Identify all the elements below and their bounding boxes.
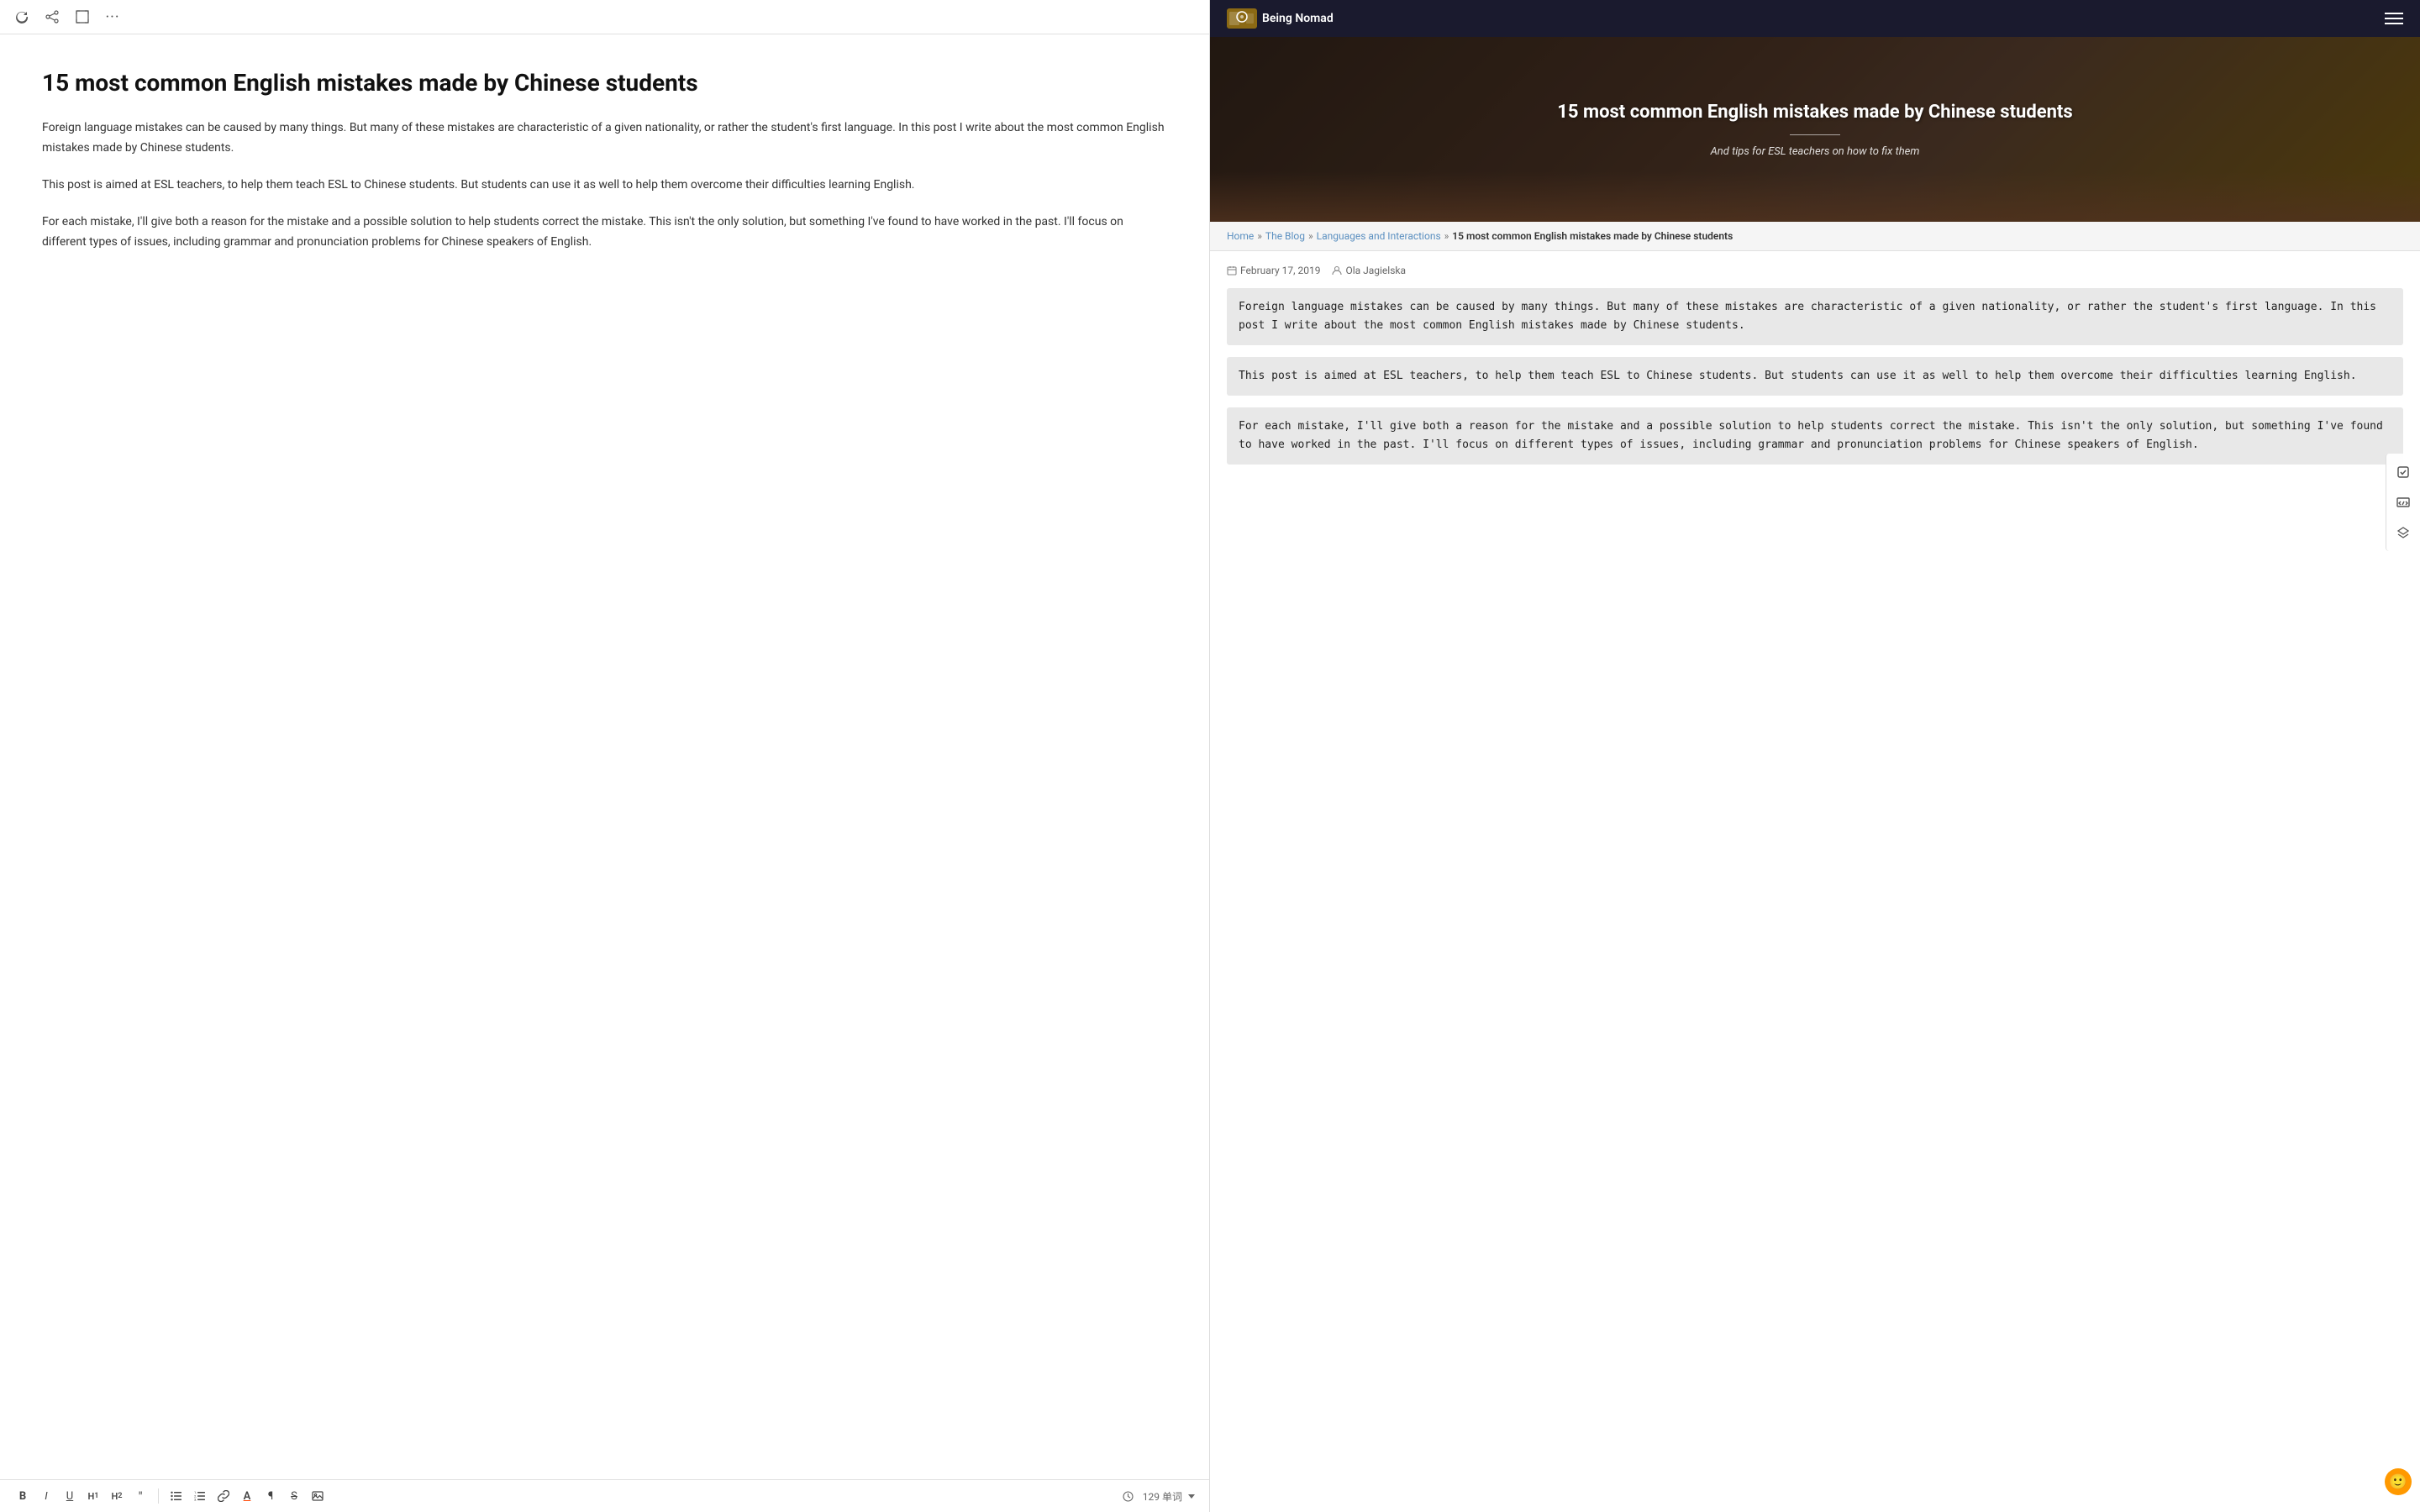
share-icon[interactable] xyxy=(44,8,60,25)
blog-nav-header: Being Nomad xyxy=(1210,0,2420,37)
editor-paragraph-2: This post is aimed at ESL teachers, to h… xyxy=(42,176,1167,196)
side-tools-panel xyxy=(2386,454,2420,551)
breadcrumb-current: 15 most common English mistakes made by … xyxy=(1452,230,1733,242)
h2-button[interactable]: H2 xyxy=(108,1487,126,1505)
code-tool-button[interactable] xyxy=(2391,491,2415,514)
article-paragraph-1: Foreign language mistakes can be caused … xyxy=(1227,288,2403,345)
breadcrumb-home[interactable]: Home xyxy=(1227,230,1254,242)
breadcrumb-category[interactable]: Languages and Interactions xyxy=(1317,230,1441,242)
insert-image-button[interactable] xyxy=(308,1487,327,1505)
hero-content: 15 most common English mistakes made by … xyxy=(1540,101,2089,159)
expand-icon[interactable] xyxy=(74,8,91,25)
underline-button[interactable]: U xyxy=(60,1487,79,1505)
text-color-button[interactable]: A xyxy=(238,1487,256,1505)
article-area: February 17, 2019 Ola Jagielska Foreign … xyxy=(1210,251,2420,490)
hero-title: 15 most common English mistakes made by … xyxy=(1557,101,2072,125)
hamburger-menu-icon[interactable] xyxy=(2385,13,2403,24)
editor-paragraph-3: For each mistake, I'll give both a reaso… xyxy=(42,213,1167,253)
breadcrumb-sep-3: » xyxy=(1444,230,1449,242)
toolbar-divider-1 xyxy=(158,1488,159,1504)
article-meta: February 17, 2019 Ola Jagielska xyxy=(1227,265,2403,276)
article-author: Ola Jagielska xyxy=(1345,265,1406,276)
article-title: 15 most common English mistakes made by … xyxy=(42,68,1167,98)
breadcrumb-sep-2: » xyxy=(1308,230,1313,242)
italic-button[interactable]: I xyxy=(37,1487,55,1505)
editor-format-toolbar: B I U H1 H2 " 1. 2. 3. xyxy=(0,1479,1209,1512)
article-date: February 17, 2019 xyxy=(1240,265,1320,276)
layer-tool-button[interactable] xyxy=(2391,521,2415,544)
more-options-icon[interactable]: ··· xyxy=(104,8,121,25)
logo-icon xyxy=(1227,8,1257,29)
bold-button[interactable]: B xyxy=(13,1487,32,1505)
blockquote-button[interactable]: " xyxy=(131,1487,150,1505)
meta-date: February 17, 2019 xyxy=(1227,265,1320,276)
hero-section: 15 most common English mistakes made by … xyxy=(1210,37,2420,222)
paragraph-button[interactable]: ¶ xyxy=(261,1487,280,1505)
blog-logo: Being Nomad xyxy=(1227,8,1334,29)
breadcrumb-nav: Home » The Blog » Languages and Interact… xyxy=(1227,230,2403,242)
article-paragraph-3: For each mistake, I'll give both a reaso… xyxy=(1227,407,2403,465)
link-button[interactable] xyxy=(214,1487,233,1505)
word-count-text: 129 单词 xyxy=(1143,1489,1182,1504)
refresh-icon[interactable] xyxy=(13,8,30,25)
hero-subtitle: And tips for ESL teachers on how to fix … xyxy=(1557,145,2072,158)
browser-preview-panel: Being Nomad 15 most common English mista… xyxy=(1210,0,2420,1512)
word-count-display: 129 单词 xyxy=(1143,1489,1196,1504)
editor-content-area[interactable]: 15 most common English mistakes made by … xyxy=(0,34,1209,1479)
strikethrough-button[interactable]: S xyxy=(285,1487,303,1505)
meta-author: Ola Jagielska xyxy=(1332,265,1406,276)
hero-divider xyxy=(1790,134,1840,135)
check-tool-button[interactable] xyxy=(2391,460,2415,484)
ordered-list-button[interactable]: 1. 2. 3. xyxy=(191,1487,209,1505)
editor-paragraph-1: Foreign language mistakes can be caused … xyxy=(42,118,1167,159)
h1-button[interactable]: H1 xyxy=(84,1487,103,1505)
editor-top-toolbar: ··· xyxy=(0,0,1209,34)
blog-logo-text: Being Nomad xyxy=(1262,12,1334,25)
unordered-list-button[interactable] xyxy=(167,1487,186,1505)
editor-panel: ··· 15 most common English mistakes made… xyxy=(0,0,1210,1512)
breadcrumb-blog[interactable]: The Blog xyxy=(1265,230,1305,242)
breadcrumb-sep-1: » xyxy=(1257,230,1262,242)
hero-pencils-decoration xyxy=(1210,171,2420,222)
time-icon xyxy=(1119,1487,1138,1505)
svg-text:3.: 3. xyxy=(194,1498,197,1502)
article-paragraph-2: This post is aimed at ESL teachers, to h… xyxy=(1227,357,2403,396)
emoji-feedback-button[interactable]: 🙂 xyxy=(2385,1468,2412,1495)
breadcrumb-bar: Home » The Blog » Languages and Interact… xyxy=(1210,222,2420,251)
